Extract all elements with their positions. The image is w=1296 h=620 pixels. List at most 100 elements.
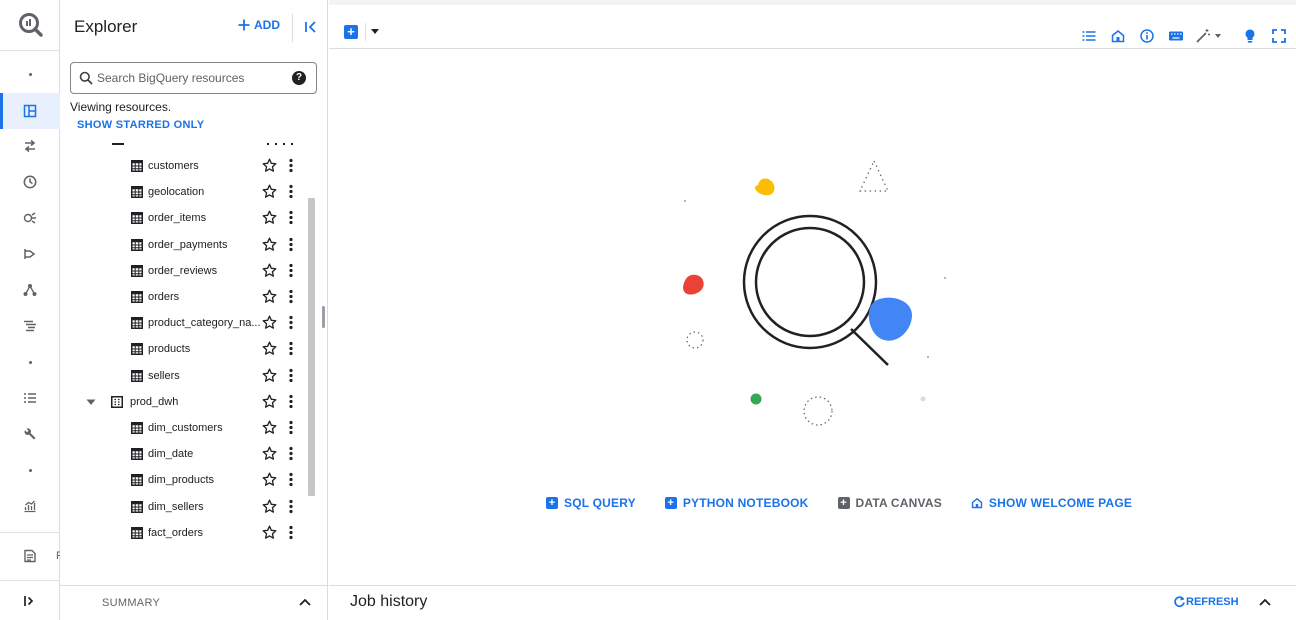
rail-item-release-notes[interactable] — [0, 538, 60, 574]
rail-item-dataform[interactable] — [0, 236, 60, 272]
more-options-icon[interactable] — [285, 184, 297, 199]
rail-divider — [0, 580, 60, 581]
job-history-bar: Job history REFRESH — [329, 585, 1296, 620]
star-icon[interactable] — [262, 263, 277, 278]
bigquery-logo-icon[interactable] — [18, 12, 44, 38]
more-options-icon[interactable] — [285, 315, 297, 330]
more-options-icon[interactable] — [285, 237, 297, 252]
star-icon[interactable] — [262, 499, 277, 514]
expand-caret-icon[interactable] — [86, 397, 96, 407]
refresh-button[interactable]: REFRESH — [1173, 595, 1239, 608]
table-row[interactable]: products — [60, 336, 318, 362]
table-icon — [131, 160, 143, 172]
hub-icon — [23, 212, 36, 224]
rail-item-more-3[interactable] — [0, 452, 60, 488]
table-label: dim_customers — [148, 422, 223, 434]
more-options-icon[interactable] — [285, 472, 297, 487]
list-view-icon[interactable] — [1081, 28, 1097, 44]
new-tab-dropdown-icon[interactable] — [371, 29, 379, 34]
more-options-icon[interactable] — [285, 263, 297, 278]
star-icon[interactable] — [262, 420, 277, 435]
table-row[interactable]: geolocation — [60, 179, 318, 205]
search-icon — [79, 71, 93, 85]
table-row[interactable]: sellers — [60, 363, 318, 389]
more-options-icon[interactable] — [285, 289, 297, 304]
table-row[interactable]: order_reviews — [60, 258, 318, 284]
star-icon[interactable] — [262, 210, 277, 225]
expand-right-icon — [24, 596, 34, 606]
star-icon[interactable] — [262, 237, 277, 252]
search-input[interactable] — [97, 69, 287, 87]
more-options-icon[interactable] — [285, 368, 297, 383]
more-options-icon[interactable] — [285, 525, 297, 540]
rail-item-more-2[interactable] — [0, 344, 60, 380]
rail-item-scheduled[interactable] — [0, 164, 60, 200]
star-icon[interactable] — [262, 341, 277, 356]
star-icon[interactable] — [262, 184, 277, 199]
chevron-up-icon[interactable] — [1258, 595, 1272, 609]
empty-state-illustration — [683, 159, 946, 426]
show-starred-only-link[interactable]: SHOW STARRED ONLY — [77, 119, 204, 131]
more-options-icon[interactable] — [285, 394, 297, 409]
star-icon[interactable] — [262, 472, 277, 487]
rail-item-transfers[interactable] — [0, 128, 60, 164]
plus-box-icon: + — [546, 497, 558, 509]
expand-nav-button[interactable] — [0, 583, 60, 619]
table-row[interactable]: order_items — [60, 205, 318, 231]
more-options-icon[interactable] — [285, 446, 297, 461]
panel-resize-handle[interactable] — [322, 306, 325, 328]
table-row[interactable]: dim_date — [60, 441, 318, 467]
table-row[interactable]: fact_orders — [60, 520, 318, 546]
rail-item-monitoring[interactable] — [0, 488, 60, 524]
rail-item-jobs[interactable] — [0, 380, 60, 416]
table-row[interactable]: orders — [60, 284, 318, 310]
table-row[interactable]: dim_sellers — [60, 494, 318, 520]
more-options-icon[interactable] — [285, 499, 297, 514]
home-icon[interactable] — [1110, 28, 1126, 44]
table-icon — [131, 474, 143, 487]
show-welcome-page-button[interactable]: SHOW WELCOME PAGE — [971, 494, 1132, 512]
star-icon[interactable] — [262, 289, 277, 304]
star-icon[interactable] — [262, 394, 277, 409]
rail-item-workflows[interactable] — [0, 308, 60, 344]
collapse-panel-icon[interactable] — [302, 18, 320, 36]
table-row[interactable]: order_payments — [60, 232, 318, 258]
star-icon[interactable] — [262, 525, 277, 540]
data-canvas-button[interactable]: + DATA CANVAS — [837, 494, 942, 512]
star-icon[interactable] — [262, 315, 277, 330]
list-icon — [24, 393, 36, 403]
fullscreen-icon[interactable] — [1271, 28, 1287, 44]
rail-item-studio[interactable] — [0, 93, 60, 129]
keyboard-icon[interactable] — [1168, 28, 1184, 44]
rail-item-more[interactable] — [0, 56, 60, 92]
plus-icon — [238, 19, 250, 31]
tree-scrollbar[interactable] — [308, 198, 315, 496]
lightbulb-icon[interactable] — [1242, 28, 1258, 44]
rail-item-admin[interactable] — [0, 416, 60, 452]
more-options-icon[interactable] — [285, 158, 297, 173]
more-options-icon[interactable] — [285, 341, 297, 356]
viewing-status-text: Viewing resources. — [70, 100, 172, 114]
table-row[interactable]: dim_products — [60, 467, 318, 493]
rail-item-analytics-hub[interactable] — [0, 200, 60, 236]
wand-dropdown-icon[interactable] — [1215, 34, 1221, 38]
table-row[interactable]: customers — [60, 153, 318, 179]
info-icon[interactable] — [1139, 28, 1155, 44]
summary-bar[interactable]: SUMMARY — [60, 585, 328, 620]
new-tab-button[interactable]: + — [344, 25, 358, 39]
help-icon[interactable]: ? — [292, 71, 306, 85]
sql-query-button[interactable]: + SQL QUERY — [546, 494, 636, 512]
star-icon[interactable] — [262, 158, 277, 173]
magic-wand-icon[interactable] — [1195, 28, 1211, 44]
more-options-icon[interactable] — [285, 210, 297, 225]
add-button[interactable]: ADD — [238, 18, 280, 32]
table-row[interactable]: product_category_na... — [60, 310, 318, 336]
star-icon[interactable] — [262, 446, 277, 461]
table-row[interactable]: dim_customers — [60, 415, 318, 441]
chevron-up-icon[interactable] — [298, 595, 312, 609]
more-options-icon[interactable] — [285, 420, 297, 435]
rail-item-partner-center[interactable] — [0, 272, 60, 308]
dataset-row[interactable]: prod_dwh — [60, 389, 318, 415]
star-icon[interactable] — [262, 368, 277, 383]
python-notebook-button[interactable]: + PYTHON NOTEBOOK — [664, 494, 809, 512]
